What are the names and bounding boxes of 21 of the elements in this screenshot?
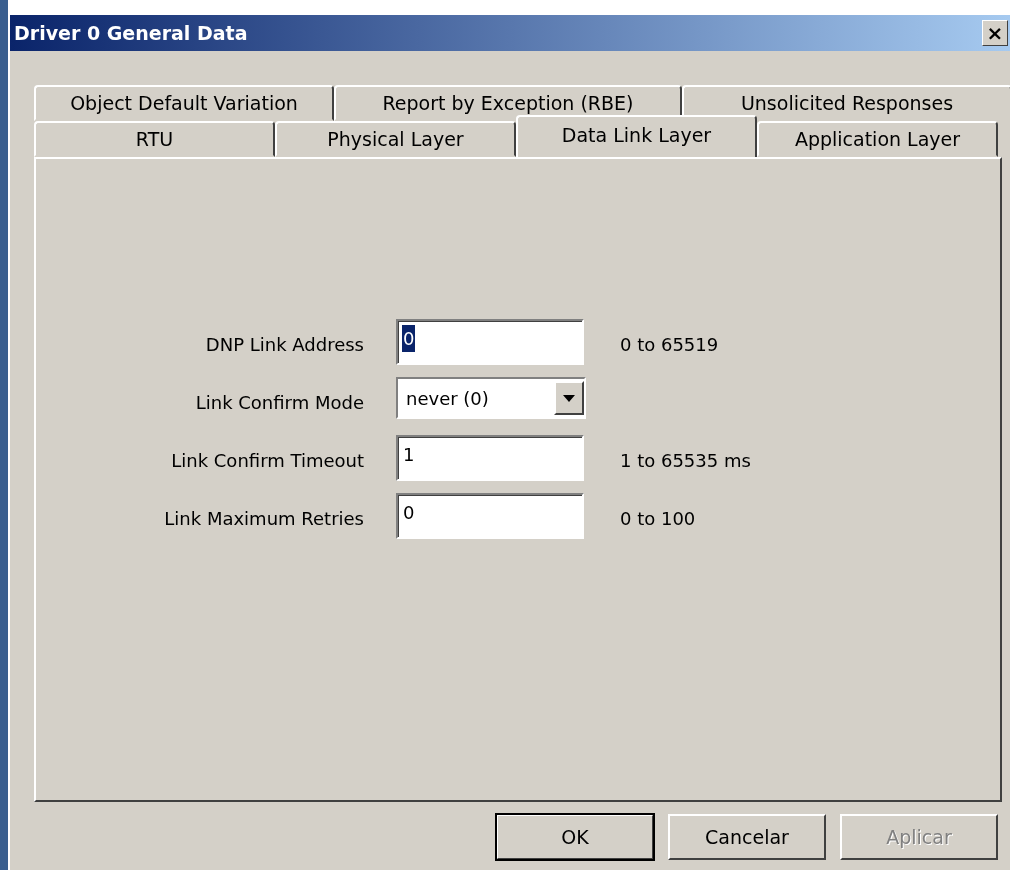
dialog-button[interactable]: OK (496, 814, 654, 860)
window-title: Driver 0 General Data (14, 20, 248, 46)
input-field[interactable]: 0 (396, 493, 584, 539)
close-button[interactable]: × (982, 20, 1008, 46)
field-label: Link Maximum Retries (163, 507, 365, 531)
field-label: DNP Link Address (204, 333, 365, 357)
tab[interactable]: Physical Layer (275, 121, 516, 157)
tab[interactable]: Application Layer (757, 121, 998, 157)
range-hint: 1 to 65535 ms (619, 449, 751, 473)
tab[interactable]: Object Default Variation (34, 85, 334, 121)
range-hint: 0 to 65519 (619, 333, 719, 357)
range-hint: 0 to 100 (619, 507, 696, 531)
tab[interactable]: Data Link Layer (516, 115, 757, 157)
tab[interactable]: RTU (34, 121, 275, 157)
dropdown-field[interactable]: never (0) (396, 377, 586, 419)
field-label: Link Confirm Mode (194, 391, 365, 415)
dialog-button[interactable]: Cancelar (668, 814, 826, 860)
field-label: Link Confirm Timeout (170, 449, 365, 473)
tab[interactable]: Report by Exception (RBE) (334, 85, 682, 121)
input-field[interactable]: 0 (396, 319, 584, 365)
input-field[interactable]: 1 (396, 435, 584, 481)
